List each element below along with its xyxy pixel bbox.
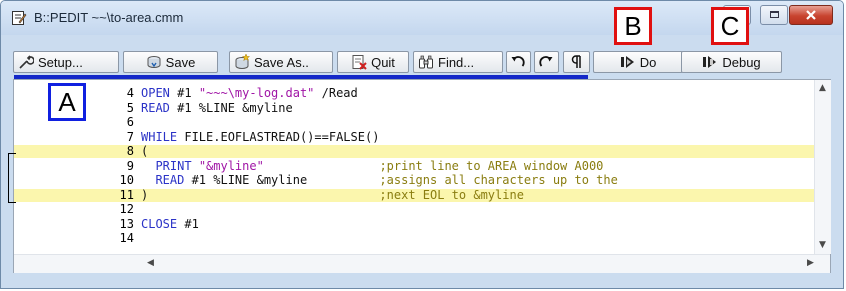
close-button[interactable] <box>789 5 833 25</box>
save-button[interactable]: Save <box>123 51 218 73</box>
debug-button[interactable]: Debug <box>681 51 782 73</box>
code-text: ( <box>141 145 148 158</box>
code-token: /Read <box>314 86 358 100</box>
close-icon <box>806 10 816 20</box>
code-token: ;print line to AREA window A000 <box>263 158 604 173</box>
callout-b: B <box>614 7 652 45</box>
code-token: #1 <box>177 216 199 231</box>
code-text: WHILE FILE.EOFLASTREAD()==FALSE() <box>141 129 380 144</box>
maximize-icon <box>770 11 779 18</box>
maximize-button[interactable] <box>760 5 788 25</box>
scroll-right-icon[interactable]: ▶ <box>807 258 814 268</box>
undo-button[interactable] <box>506 51 531 73</box>
redo-icon <box>539 56 553 67</box>
pilcrow-icon <box>571 55 581 68</box>
save-as-icon <box>235 54 250 69</box>
horizontal-scrollbar[interactable]: ◀ ▶ <box>14 254 830 273</box>
code-token: #1 %LINE &myline <box>169 100 293 115</box>
callout-b-label: B <box>624 10 642 41</box>
binoculars-icon <box>419 55 433 69</box>
annotation-underline <box>14 75 588 79</box>
code-text: READ #1 %LINE &myline ;assigns all chara… <box>141 173 618 187</box>
code-line[interactable]: 12 <box>14 203 814 216</box>
find-label: Find... <box>438 54 475 70</box>
code-token: OPEN <box>141 86 170 100</box>
undo-icon <box>511 56 525 67</box>
setup-button[interactable]: Setup... <box>13 51 119 73</box>
scroll-left-icon[interactable]: ◀ <box>147 258 154 268</box>
toolbar: Setup... Save Save As.. Quit Find... Do … <box>1 46 843 74</box>
code-token: "&myline" <box>198 158 264 173</box>
scroll-up-icon[interactable]: ▲ <box>819 83 826 93</box>
code-token: PRINT <box>141 158 192 173</box>
code-line[interactable]: 7 WHILE FILE.EOFLASTREAD()==FALSE() <box>14 129 814 144</box>
find-button[interactable]: Find... <box>413 51 503 73</box>
code-line[interactable]: 9 PRINT "&myline" ;print line to AREA wi… <box>14 158 814 173</box>
line-number: 13 <box>119 216 134 231</box>
code-line[interactable]: 8( <box>14 145 814 158</box>
line-number: 9 <box>126 158 134 173</box>
save-icon <box>147 56 161 68</box>
quit-icon <box>352 55 367 70</box>
app-icon <box>12 11 27 25</box>
save-as-label: Save As.. <box>254 54 309 70</box>
redo-button[interactable] <box>534 51 559 73</box>
code-token: #1 %LINE &myline <box>184 173 365 187</box>
debug-label: Debug <box>722 54 761 70</box>
do-label: Do <box>639 54 657 70</box>
code-token: CLOSE <box>141 216 178 231</box>
code-line[interactable]: 14 <box>14 232 814 245</box>
quit-label: Quit <box>371 54 395 70</box>
line-number: 4 <box>126 86 134 100</box>
setup-label: Setup... <box>38 54 83 70</box>
code-text: READ #1 %LINE &myline <box>141 100 293 115</box>
line-number: 12 <box>119 202 134 216</box>
code-text: PRINT "&myline" ;print line to AREA wind… <box>141 158 604 173</box>
line-number: 7 <box>126 129 134 144</box>
code-line[interactable]: 4 OPEN #1 "~~~\my-log.dat" /Read <box>14 87 814 100</box>
window-title: B::PEDIT ~~\to-area.cmm <box>34 10 184 25</box>
line-number: 11 <box>119 187 134 202</box>
code-editor[interactable]: 4 OPEN #1 "~~~\my-log.dat" /Read 5 READ #1 … <box>13 79 831 273</box>
code-token: FILE.EOFLASTREAD()==FALSE() <box>177 129 380 144</box>
callout-c: C <box>711 7 749 45</box>
code-token: "~~~\my-log.dat" <box>198 86 315 100</box>
line-number: 5 <box>126 100 134 115</box>
code-line[interactable]: 5 READ #1 %LINE &myline <box>14 100 814 115</box>
code-line[interactable]: 10 READ #1 %LINE &myline ;assigns all ch… <box>14 174 814 187</box>
code-area[interactable]: 4 OPEN #1 "~~~\my-log.dat" /Read 5 READ #1 … <box>14 80 814 254</box>
save-label: Save <box>165 54 196 70</box>
block-bracket <box>8 153 16 203</box>
debug-icon <box>703 56 717 68</box>
code-token: READ <box>141 100 170 115</box>
line-number: 8 <box>126 144 134 158</box>
do-button[interactable]: Do <box>593 51 683 73</box>
code-line[interactable]: 11 ) ;next EOL to &myline <box>14 187 814 202</box>
callout-c-label: C <box>720 10 740 41</box>
line-number: 10 <box>119 173 134 187</box>
callout-a-label: A <box>58 86 76 117</box>
quit-button[interactable]: Quit <box>337 51 409 73</box>
code-token: ( <box>141 144 149 158</box>
scroll-down-icon[interactable]: ▼ <box>819 240 826 250</box>
vertical-scrollbar[interactable]: ▲ ▼ <box>814 80 831 254</box>
code-token: WHILE <box>141 129 178 144</box>
code-token: READ <box>141 173 185 187</box>
save-as-button[interactable]: Save As.. <box>229 51 333 73</box>
code-token: ;assigns all characters up to the <box>364 173 618 187</box>
callout-a: A <box>48 83 86 121</box>
code-token: ;next EOL to &myline <box>148 187 524 202</box>
wrench-icon <box>19 55 34 69</box>
show-paragraph-button[interactable] <box>563 51 590 73</box>
code-line[interactable]: 13 CLOSE #1 <box>14 216 814 231</box>
code-text: ) ;next EOL to &myline <box>141 187 524 202</box>
code-token: #1 <box>169 86 199 100</box>
code-text: CLOSE #1 <box>141 216 199 231</box>
code-line[interactable]: 6 <box>14 116 814 129</box>
line-number: 14 <box>119 231 134 245</box>
do-icon <box>620 56 634 68</box>
line-number: 6 <box>126 115 134 129</box>
code-text: OPEN #1 "~~~\my-log.dat" /Read <box>141 87 358 100</box>
